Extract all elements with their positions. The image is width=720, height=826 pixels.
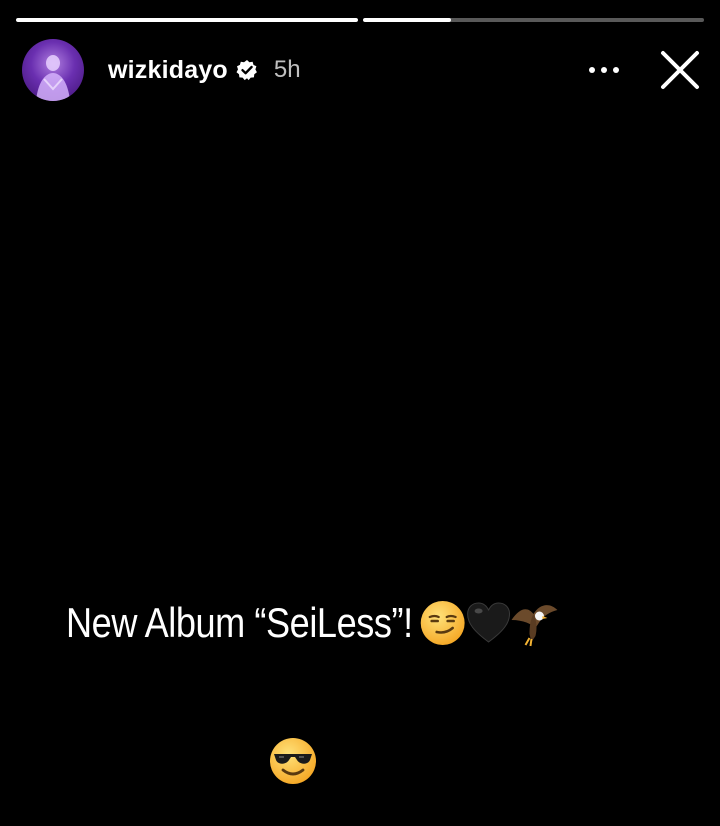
more-dots-icon bbox=[589, 67, 619, 73]
close-icon bbox=[661, 51, 699, 89]
story-caption: New Album “SeiLess”! bbox=[66, 598, 558, 648]
caption-emojis bbox=[418, 598, 558, 648]
story-progress-segment-1 bbox=[16, 18, 358, 22]
avatar[interactable] bbox=[22, 39, 84, 101]
black-heart-emoji-icon bbox=[467, 602, 511, 643]
close-button[interactable] bbox=[658, 48, 702, 92]
verified-badge-icon bbox=[236, 59, 258, 81]
story-header: wizkidayo 5h bbox=[22, 38, 702, 102]
story-progress-fill-2 bbox=[362, 18, 452, 22]
story-progress-fill-1 bbox=[16, 18, 358, 22]
sunglasses-emoji-icon bbox=[270, 738, 316, 784]
story-progress-segment-2 bbox=[362, 18, 704, 22]
story-timestamp: 5h bbox=[273, 56, 301, 83]
more-options-button[interactable] bbox=[584, 50, 624, 90]
story-progress-bars bbox=[16, 18, 704, 22]
username[interactable]: wizkidayo bbox=[108, 56, 228, 85]
caption-text: New Album “SeiLess”! bbox=[66, 599, 413, 646]
eagle-emoji-icon bbox=[511, 605, 558, 647]
smirk-emoji-icon bbox=[420, 601, 465, 645]
avatar-figure-icon bbox=[36, 55, 70, 101]
